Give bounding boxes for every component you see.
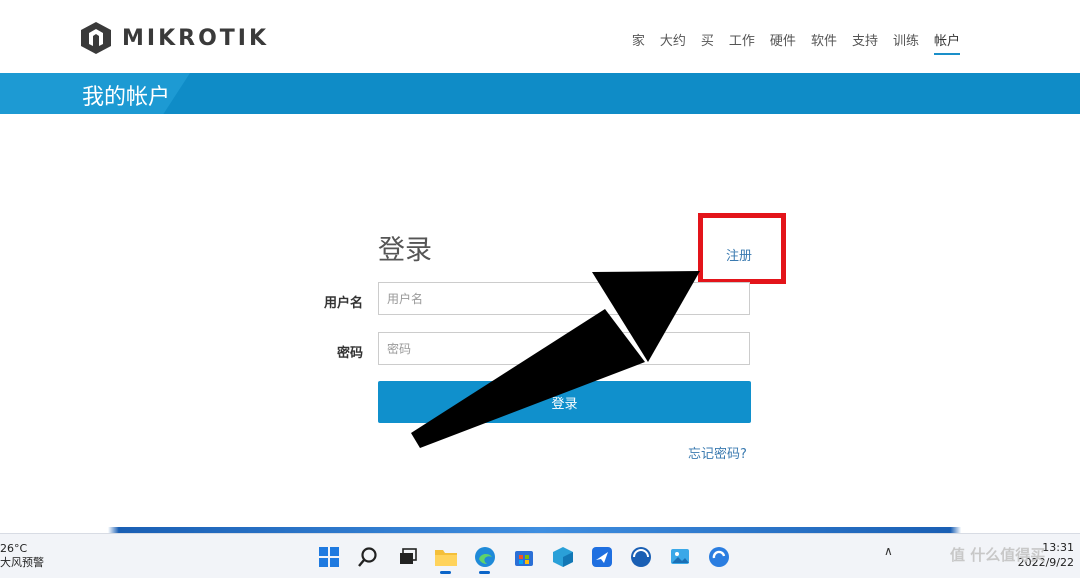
nav-home[interactable]: 家 <box>632 30 645 55</box>
photos-icon[interactable] <box>665 542 694 571</box>
password-input[interactable] <box>378 332 750 365</box>
username-input[interactable] <box>378 282 750 315</box>
edge-browser-icon[interactable] <box>470 542 499 574</box>
weather-alert: 大风预警 <box>0 556 44 569</box>
brand-name: MIKROTIK <box>122 25 270 51</box>
nav-software[interactable]: 软件 <box>811 30 837 55</box>
arrow-shaft <box>411 309 645 448</box>
weather-widget[interactable]: 26°C 大风预警 <box>0 542 44 570</box>
page-title: 我的帐户 <box>82 85 171 110</box>
watermark: 值 什么值得买 <box>950 546 1046 564</box>
nav-about[interactable]: 大约 <box>660 30 686 55</box>
nav-buy[interactable]: 买 <box>701 30 714 55</box>
weather-temp: 26°C <box>0 542 28 555</box>
chevron-up-icon[interactable]: ∧ <box>884 544 893 558</box>
file-explorer-icon[interactable] <box>431 542 460 574</box>
feishu-icon[interactable] <box>587 542 616 571</box>
username-label: 用户名 <box>323 296 363 311</box>
browser-icon[interactable] <box>626 542 655 571</box>
mikrotik-logo-icon <box>81 22 111 54</box>
main-nav: 家 大约 买 工作 硬件 软件 支持 训练 帐户 <box>617 30 960 55</box>
mikrotik-logo[interactable]: MIKROTIK <box>80 21 269 55</box>
app-swirl-icon[interactable] <box>704 542 733 571</box>
page-banner: 我的帐户 <box>0 73 1080 114</box>
nav-jobs[interactable]: 工作 <box>729 30 755 55</box>
nav-support[interactable]: 支持 <box>852 30 878 55</box>
search-icon[interactable] <box>353 542 382 571</box>
highlight-box <box>698 213 786 284</box>
task-view-icon[interactable] <box>392 542 421 571</box>
nav-training[interactable]: 训练 <box>893 30 919 55</box>
store-icon[interactable] <box>509 542 538 571</box>
app-cube-icon[interactable] <box>548 542 577 571</box>
login-button[interactable]: 登录 <box>378 381 751 423</box>
password-label: 密码 <box>336 346 363 361</box>
nav-account[interactable]: 帐户 <box>933 30 960 55</box>
forgot-password-link[interactable]: 忘记密码? <box>688 443 747 462</box>
login-title: 登录 <box>378 235 432 266</box>
windows-taskbar: 26°C 大风预警 ∧ 13:31 2022/9/22 <box>0 533 1080 578</box>
windows-start-icon[interactable] <box>314 542 343 571</box>
nav-hardware[interactable]: 硬件 <box>770 30 796 55</box>
site-header: MIKROTIK 家 大约 买 工作 硬件 软件 支持 训练 帐户 <box>0 0 1080 73</box>
system-tray: ∧ <box>884 544 893 558</box>
taskbar-apps <box>314 542 733 574</box>
